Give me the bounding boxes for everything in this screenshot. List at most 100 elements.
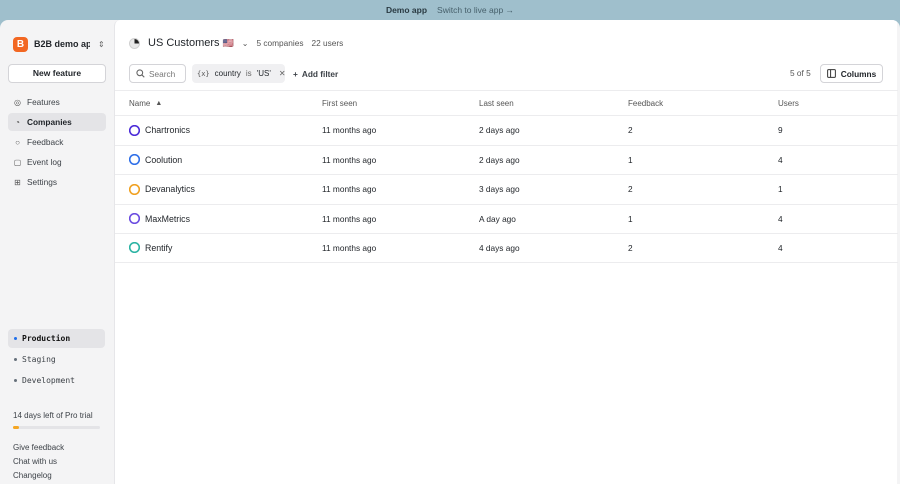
segment-title: US Customers xyxy=(148,37,220,49)
company-cell: Rentify xyxy=(129,234,172,262)
switch-to-live-link[interactable]: Switch to live app → xyxy=(437,5,514,15)
sidebar-item-companies[interactable]: ◔ Companies xyxy=(8,113,106,131)
companies-count: 5 companies xyxy=(256,38,304,48)
env-label: Staging xyxy=(22,355,56,364)
feedback-cell: 1 xyxy=(628,154,633,165)
filter-operator: is xyxy=(245,69,252,78)
column-header-name[interactable]: Name ▲ xyxy=(129,91,162,115)
company-name[interactable]: Rentify xyxy=(145,243,172,253)
columns-label: Columns xyxy=(840,68,877,79)
give-feedback-link[interactable]: Give feedback xyxy=(13,441,64,455)
feedback-icon: ○ xyxy=(15,137,20,147)
table-row[interactable]: Chartronics 11 months ago 2 days ago 2 9 xyxy=(115,115,898,145)
workspace-name: B2B demo app xyxy=(34,39,90,49)
toolbar: Search {x} country is 'US' ✕ + Add filte… xyxy=(129,64,883,83)
env-staging[interactable]: Staging xyxy=(8,350,105,369)
search-placeholder: Search xyxy=(149,68,176,79)
sidebar-item-label: Feedback xyxy=(27,137,64,147)
column-header-users[interactable]: Users xyxy=(778,91,799,115)
search-input[interactable]: Search xyxy=(129,64,186,83)
company-logo-icon xyxy=(129,213,140,225)
company-logo-icon xyxy=(129,154,140,166)
add-filter-label: Add filter xyxy=(301,68,339,79)
table-row[interactable]: MaxMetrics 11 months ago A day ago 1 4 xyxy=(115,203,898,234)
first-seen-cell: 11 months ago xyxy=(322,213,377,224)
new-feature-button[interactable]: New feature xyxy=(8,64,106,83)
env-dot-icon xyxy=(14,379,17,382)
company-name[interactable]: MaxMetrics xyxy=(145,214,190,224)
demo-app-label: Demo app xyxy=(385,5,428,15)
company-logo-icon xyxy=(129,124,140,136)
chevron-down-icon[interactable]: ⌄ xyxy=(242,39,249,48)
company-logo-icon xyxy=(129,242,140,254)
demo-banner: Demo app Switch to live app → xyxy=(0,0,900,20)
first-seen-cell: 11 months ago xyxy=(322,154,377,165)
filter-field: country xyxy=(214,69,241,78)
sidebar-nav: ◎ Features ◔ Companies ○ Feedback ▢ Even… xyxy=(8,93,106,191)
feedback-cell: 2 xyxy=(628,242,633,253)
users-cell: 4 xyxy=(778,242,783,253)
sidebar-item-event-log[interactable]: ▢ Event log xyxy=(8,153,106,171)
last-seen-cell: 4 days ago xyxy=(479,242,520,253)
env-dot-icon xyxy=(14,358,17,361)
first-seen-cell: 11 months ago xyxy=(322,242,377,253)
columns-button[interactable]: Columns xyxy=(820,64,883,83)
search-icon xyxy=(136,69,145,78)
company-name[interactable]: Devanalytics xyxy=(145,184,195,194)
users-cell: 9 xyxy=(778,125,783,136)
company-cell: Devanalytics xyxy=(129,175,195,204)
columns-icon xyxy=(826,69,836,78)
env-development[interactable]: Development xyxy=(8,371,105,390)
last-seen-cell: 3 days ago xyxy=(479,184,520,195)
filter-value: 'US' xyxy=(256,69,271,78)
table-header: Name ▲ First seen Last seen Feedback User… xyxy=(115,90,898,115)
add-filter-button[interactable]: + Add filter xyxy=(293,64,338,83)
sidebar-item-label: Features xyxy=(27,97,60,107)
close-icon[interactable]: ✕ xyxy=(279,69,286,78)
environment-list: Production Staging Development xyxy=(8,329,105,392)
last-seen-cell: 2 days ago xyxy=(479,125,520,136)
changelog-link[interactable]: Changelog xyxy=(13,469,64,483)
app-frame: B B2B demo app ⇕ New feature ◎ Features … xyxy=(0,20,900,484)
feedback-cell: 2 xyxy=(628,184,633,195)
sidebar-item-settings[interactable]: ⊞ Settings xyxy=(8,173,106,191)
sort-up-icon: ▲ xyxy=(155,99,163,107)
trial-text: 14 days left of Pro trial xyxy=(13,411,93,420)
last-seen-cell: A day ago xyxy=(479,213,516,224)
chat-with-us-link[interactable]: Chat with us xyxy=(13,455,64,469)
sidebar-item-label: Settings xyxy=(27,177,57,187)
env-production[interactable]: Production xyxy=(8,329,105,348)
column-header-last-seen[interactable]: Last seen xyxy=(479,91,514,115)
feedback-cell: 1 xyxy=(628,213,633,224)
company-name[interactable]: Coolution xyxy=(145,155,182,165)
column-header-first-seen[interactable]: First seen xyxy=(322,91,357,115)
app-logo: B xyxy=(13,36,28,52)
env-dot-icon xyxy=(14,337,17,340)
workspace-switcher[interactable]: B B2B demo app ⇕ xyxy=(8,20,106,68)
users-cell: 1 xyxy=(778,184,783,195)
segment-icon xyxy=(129,37,140,49)
sidebar-item-feedback[interactable]: ○ Feedback xyxy=(8,133,106,151)
filter-chip[interactable]: {x} country is 'US' ✕ xyxy=(192,64,286,83)
last-seen-cell: 2 days ago xyxy=(479,154,520,165)
table-row[interactable]: Devanalytics 11 months ago 3 days ago 2 1 xyxy=(115,174,898,204)
chevron-up-down-icon: ⇕ xyxy=(98,39,105,49)
feedback-cell: 2 xyxy=(628,125,633,136)
sidebar-item-features[interactable]: ◎ Features xyxy=(8,93,106,111)
help-links: Give feedback Chat with us Changelog xyxy=(13,441,64,483)
event-log-icon: ▢ xyxy=(13,157,22,167)
us-flag-icon: 🇺🇸 xyxy=(222,37,234,48)
column-header-feedback[interactable]: Feedback xyxy=(628,91,663,115)
table-row[interactable]: Rentify 11 months ago 4 days ago 2 4 xyxy=(115,233,898,263)
row-count: 5 of 5 xyxy=(790,68,811,78)
first-seen-cell: 11 months ago xyxy=(322,184,377,195)
segment-header: US Customers 🇺🇸 ⌄ 5 companies 22 users xyxy=(129,35,343,51)
sidebar-item-label: Companies xyxy=(27,117,72,127)
company-cell: Coolution xyxy=(129,146,182,175)
company-name[interactable]: Chartronics xyxy=(145,125,190,135)
env-label: Production xyxy=(22,334,71,343)
company-cell: MaxMetrics xyxy=(129,205,190,234)
table-row[interactable]: Coolution 11 months ago 2 days ago 1 4 xyxy=(115,144,898,175)
main-panel: US Customers 🇺🇸 ⌄ 5 companies 22 users S… xyxy=(114,20,898,484)
company-logo-icon xyxy=(129,183,140,195)
